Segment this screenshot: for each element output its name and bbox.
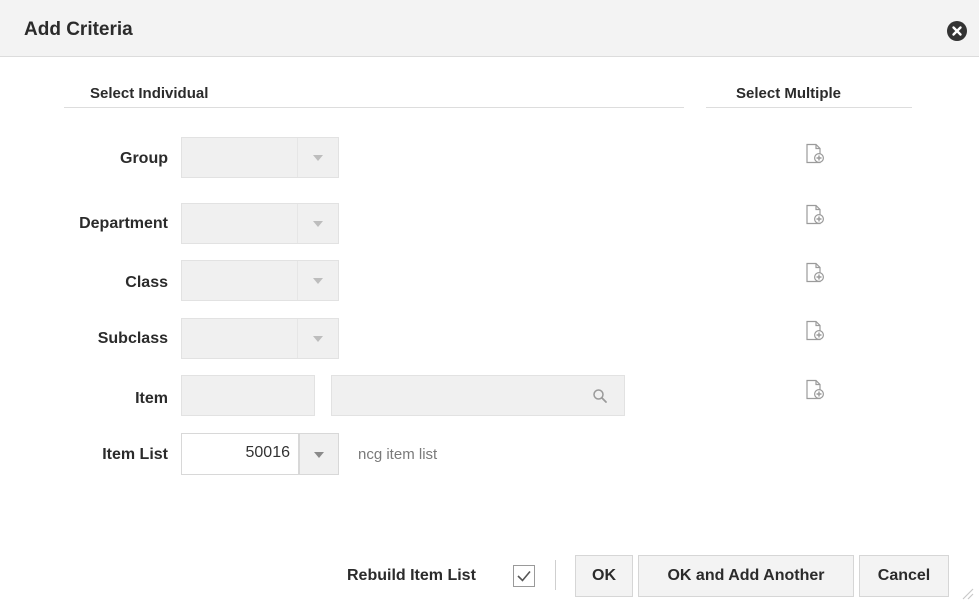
add-document-icon[interactable]	[805, 320, 825, 342]
add-criteria-dialog: Add Criteria Select Individual Select Mu…	[0, 0, 979, 604]
multiple-divider	[706, 107, 912, 108]
close-icon[interactable]	[947, 21, 967, 41]
group-select[interactable]	[181, 137, 339, 178]
rebuild-item-list-checkbox[interactable]	[513, 565, 535, 587]
resize-grip-icon[interactable]	[958, 584, 974, 600]
select-multiple-heading: Select Multiple	[736, 85, 842, 102]
group-label: Group	[120, 150, 168, 167]
department-label: Department	[79, 215, 168, 232]
ok-and-add-another-button[interactable]: OK and Add Another	[638, 555, 854, 597]
dialog-header: Add Criteria	[0, 0, 979, 57]
search-icon[interactable]	[592, 388, 608, 404]
chevron-down-icon[interactable]	[299, 433, 339, 475]
ok-button[interactable]: OK	[575, 555, 633, 597]
individual-divider	[64, 107, 684, 108]
class-label: Class	[125, 274, 168, 291]
chevron-down-icon[interactable]	[297, 261, 338, 300]
subclass-label: Subclass	[97, 330, 168, 347]
item-list-description: ncg item list	[358, 446, 438, 463]
add-document-icon[interactable]	[805, 204, 825, 226]
add-document-icon[interactable]	[805, 143, 825, 165]
chevron-down-icon[interactable]	[297, 204, 338, 243]
item-list-input[interactable]: 50016	[181, 433, 299, 475]
checkmark-icon	[517, 570, 531, 582]
department-select[interactable]	[181, 203, 339, 244]
rebuild-item-list-label: Rebuild Item List	[347, 567, 476, 584]
subclass-select[interactable]	[181, 318, 339, 359]
add-document-icon[interactable]	[805, 379, 825, 401]
item-description-search[interactable]	[331, 375, 625, 416]
item-input[interactable]	[181, 375, 315, 416]
item-label: Item	[135, 390, 168, 407]
cancel-button[interactable]: Cancel	[859, 555, 949, 597]
add-document-icon[interactable]	[805, 262, 825, 284]
chevron-down-icon[interactable]	[297, 319, 338, 358]
class-select[interactable]	[181, 260, 339, 301]
item-list-label: Item List	[102, 446, 168, 463]
dialog-title: Add Criteria	[24, 19, 133, 40]
chevron-down-icon[interactable]	[297, 138, 338, 177]
footer-separator	[555, 560, 556, 590]
select-individual-heading: Select Individual	[90, 85, 209, 102]
